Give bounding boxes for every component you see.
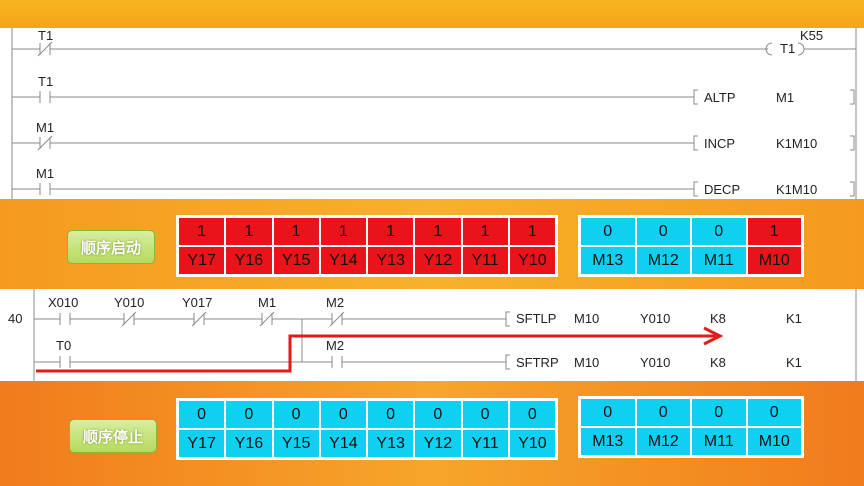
instruction-operand: M10 — [574, 311, 599, 326]
register-bit-value: 1 — [508, 217, 556, 246]
contact-label: M2 — [326, 338, 344, 353]
register-bit-label: Y13 — [367, 429, 415, 458]
coil-setting: K55 — [800, 28, 823, 43]
register-bit-value: 1 — [319, 217, 367, 246]
register-bit-value: 0 — [691, 217, 747, 246]
ladder-middle-diagram: 40 X010 Y010 Y017 M1 M2 T0 M2 SFTLP M10 … — [8, 289, 857, 381]
instruction-operand: K8 — [710, 355, 726, 370]
contact-label: X010 — [48, 295, 78, 310]
contact-label: Y010 — [114, 295, 144, 310]
register-bit-value: 1 — [367, 217, 415, 246]
register-bit-value: 0 — [414, 400, 462, 429]
ladder-panel-middle: 40 X010 Y010 Y017 M1 M2 T0 M2 SFTLP M10 … — [0, 289, 864, 381]
register-bit-value: 1 — [178, 217, 226, 246]
register-bit-label: Y15 — [272, 429, 320, 458]
register-bit-label: Y11 — [461, 246, 509, 275]
register-bit-value: 0 — [272, 400, 320, 429]
register-bit-value: 1 — [461, 217, 509, 246]
contact-label: T1 — [38, 74, 53, 89]
contact-label: M2 — [326, 295, 344, 310]
stop-y-register-grid: 0 0 0 0 0 0 0 0 Y17 Y16 Y15 Y14 Y13 Y12 Y11 Y10 — [176, 398, 558, 460]
contact-label: T1 — [38, 28, 53, 43]
contact-label: Y017 — [182, 295, 212, 310]
instruction-operand: K1M10 — [776, 136, 817, 151]
register-bit-label: M13 — [580, 427, 636, 456]
register-bit-label: Y12 — [414, 429, 462, 458]
stop-m-register-grid: 0 0 0 0 M13 M12 M11 M10 — [578, 396, 804, 458]
register-bit-label: Y10 — [508, 429, 556, 458]
start-m-register-grid: 0 0 0 1 M13 M12 M11 M10 — [578, 215, 804, 277]
instruction-name: INCP — [704, 136, 735, 151]
instruction-name: SFTLP — [516, 311, 556, 326]
register-bit-label: Y14 — [319, 429, 367, 458]
register-bit-value: 0 — [461, 400, 509, 429]
instruction-operand: K8 — [710, 311, 726, 326]
contact-label: T0 — [56, 338, 71, 353]
instruction-operand: K1M10 — [776, 182, 817, 197]
instruction-operand: K1 — [786, 355, 802, 370]
register-bit-value: 0 — [691, 398, 747, 427]
register-bit-label: Y14 — [319, 246, 367, 275]
instruction-operand: K1 — [786, 311, 802, 326]
register-bit-value: 0 — [367, 400, 415, 429]
register-bit-value: 0 — [580, 217, 636, 246]
register-bit-label: Y17 — [178, 429, 226, 458]
register-bit-label: M12 — [635, 246, 691, 275]
register-bit-label: Y16 — [225, 246, 273, 275]
register-bit-label: Y11 — [461, 429, 509, 458]
register-bit-value: 0 — [508, 400, 556, 429]
register-bit-value: 0 — [580, 398, 636, 427]
register-bit-value: 1 — [272, 217, 320, 246]
instruction-name: ALTP — [704, 90, 736, 105]
instruction-operand: M1 — [776, 90, 794, 105]
register-bit-value: 0 — [225, 400, 273, 429]
top-orange-band — [0, 0, 864, 28]
contact-label: M1 — [36, 166, 54, 181]
step-number: 40 — [8, 311, 22, 326]
instruction-operand: Y010 — [640, 355, 670, 370]
instruction-name: DECP — [704, 182, 740, 197]
ladder-upper-diagram: T1 T1 K55 T1 ALTP M1 M1 INCP K1M10 M1 DE… — [11, 28, 857, 199]
arrow-icon — [36, 326, 724, 373]
instruction-name: SFTRP — [516, 355, 559, 370]
register-bit-label: Y17 — [178, 246, 226, 275]
register-bit-value: 0 — [319, 400, 367, 429]
register-bit-label: M11 — [691, 246, 747, 275]
coil-label: T1 — [780, 41, 795, 56]
sequence-stop-button[interactable]: 顺序停止 — [69, 419, 157, 453]
contact-label: M1 — [258, 295, 276, 310]
sequence-start-button[interactable]: 顺序启动 — [67, 230, 155, 264]
contact-label: M1 — [36, 120, 54, 135]
register-bit-label: Y16 — [225, 429, 273, 458]
start-y-register-grid: 1 1 1 1 1 1 1 1 Y17 Y16 Y15 Y14 Y13 Y12 Y11 Y10 — [176, 215, 558, 277]
instruction-operand: Y010 — [640, 311, 670, 326]
register-bit-value: 0 — [746, 398, 802, 427]
register-bit-label: M10 — [746, 427, 802, 456]
register-bit-label: M12 — [635, 427, 691, 456]
register-bit-label: M10 — [746, 246, 802, 275]
ladder-panel-upper: T1 T1 K55 T1 ALTP M1 M1 INCP K1M10 M1 DE… — [0, 28, 864, 199]
register-bit-label: Y12 — [414, 246, 462, 275]
register-bit-label: M13 — [580, 246, 636, 275]
register-bit-value: 0 — [635, 398, 691, 427]
register-bit-label: M11 — [691, 427, 747, 456]
register-bit-value: 1 — [414, 217, 462, 246]
register-bit-value: 1 — [225, 217, 273, 246]
instruction-operand: M10 — [574, 355, 599, 370]
register-bit-label: Y10 — [508, 246, 556, 275]
register-bit-label: Y13 — [367, 246, 415, 275]
register-bit-value: 1 — [746, 217, 802, 246]
register-bit-value: 0 — [178, 400, 226, 429]
register-bit-value: 0 — [635, 217, 691, 246]
register-bit-label: Y15 — [272, 246, 320, 275]
